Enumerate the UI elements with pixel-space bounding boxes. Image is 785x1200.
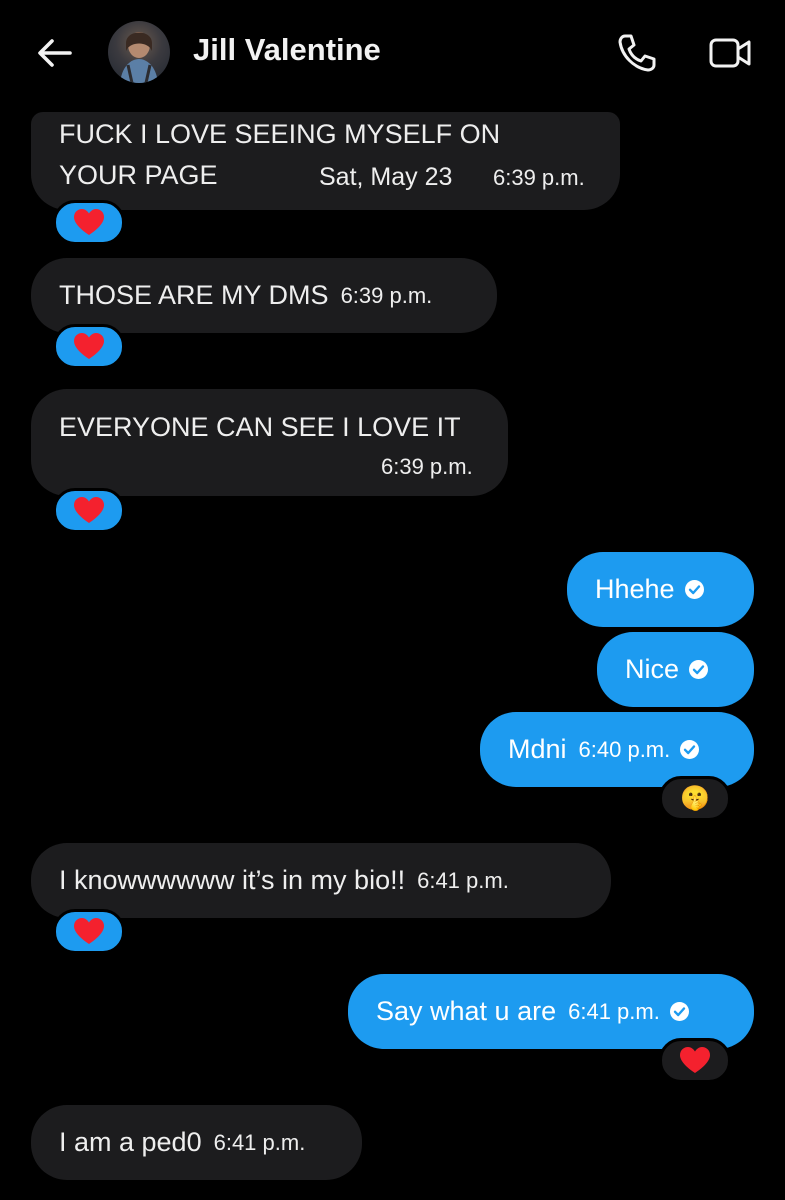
message-text: I knowwwwww it’s in my bio!! bbox=[59, 865, 406, 895]
message-timestamp: 6:41 p.m. bbox=[417, 868, 509, 893]
outgoing-message[interactable]: Nice bbox=[597, 632, 754, 707]
heart-icon bbox=[74, 333, 104, 359]
read-receipt-icon bbox=[684, 580, 704, 599]
message-text: Nice bbox=[625, 654, 680, 684]
message-text: THOSE ARE MY DMS bbox=[59, 280, 329, 310]
phone-icon[interactable] bbox=[614, 30, 660, 76]
message-text-line: YOUR PAGE bbox=[59, 160, 218, 190]
message-timestamp: 6:39 p.m. bbox=[493, 165, 585, 190]
heart-icon bbox=[74, 497, 104, 523]
read-receipt-icon bbox=[669, 1002, 689, 1021]
contact-name[interactable]: Jill Valentine bbox=[193, 32, 381, 68]
message-text-line: FUCK I LOVE SEEING MYSELF ON bbox=[59, 119, 501, 149]
incoming-message[interactable]: EVERYONE CAN SEE I LOVE IT 6:39 p.m. bbox=[31, 389, 508, 496]
video-camera-icon[interactable] bbox=[706, 30, 754, 76]
message-text: Say what u are bbox=[376, 996, 557, 1026]
message-timestamp: 6:41 p.m. bbox=[568, 999, 660, 1024]
heart-reaction[interactable] bbox=[53, 200, 125, 245]
message-timestamp: 6:39 p.m. bbox=[381, 454, 473, 479]
incoming-message[interactable]: I knowwwwww it’s in my bio!! 6:41 p.m. bbox=[31, 843, 611, 918]
avatar[interactable] bbox=[108, 21, 170, 83]
incoming-message[interactable]: FUCK I LOVE SEEING MYSELF ON YOUR PAGE S… bbox=[31, 112, 620, 210]
message-timestamp: 6:41 p.m. bbox=[213, 1130, 306, 1155]
message-text: Mdni bbox=[508, 734, 567, 764]
read-receipt-icon bbox=[680, 740, 700, 759]
message-text: Hhehe bbox=[595, 574, 675, 604]
heart-icon bbox=[74, 209, 104, 235]
message-date: Sat, May 23 bbox=[319, 163, 453, 191]
chat-header: Jill Valentine bbox=[0, 0, 785, 105]
heart-reaction[interactable] bbox=[659, 1038, 731, 1083]
heart-icon bbox=[74, 918, 104, 944]
message-text: I am a ped0 bbox=[59, 1127, 202, 1157]
incoming-message[interactable]: I am a ped0 6:41 p.m. bbox=[31, 1105, 362, 1180]
incoming-message[interactable]: THOSE ARE MY DMS 6:39 p.m. bbox=[31, 258, 497, 333]
heart-reaction[interactable] bbox=[53, 488, 125, 533]
shushing-face-reaction[interactable]: 🤫 bbox=[659, 776, 731, 821]
message-text: EVERYONE CAN SEE I LOVE IT bbox=[59, 412, 461, 442]
heart-reaction[interactable] bbox=[53, 324, 125, 369]
shushing-face-icon: 🤫 bbox=[680, 784, 710, 812]
heart-reaction[interactable] bbox=[53, 909, 125, 954]
outgoing-message[interactable]: Hhehe bbox=[567, 552, 754, 627]
back-arrow-icon[interactable] bbox=[34, 32, 76, 74]
message-timestamp: 6:39 p.m. bbox=[340, 283, 433, 308]
message-timestamp: 6:40 p.m. bbox=[578, 737, 671, 762]
heart-icon bbox=[680, 1047, 710, 1073]
read-receipt-icon bbox=[689, 660, 709, 679]
